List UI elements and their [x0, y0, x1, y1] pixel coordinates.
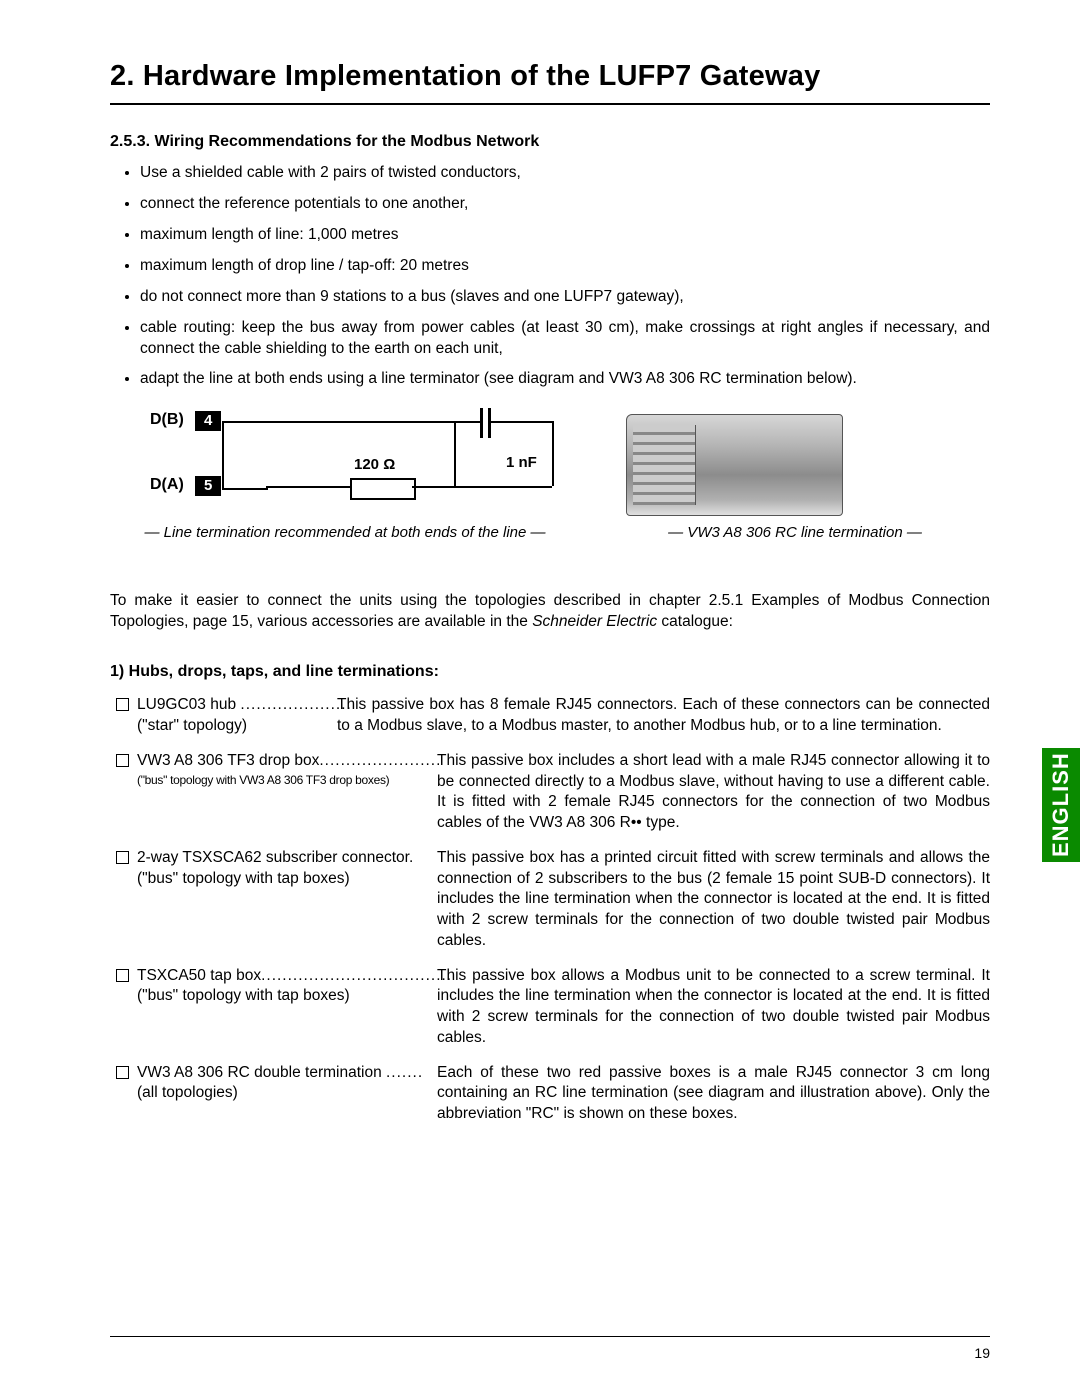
- figure-row: D(B) 4 D(A) 5 120 Ω 1 nF: [150, 408, 990, 516]
- list-item: maximum length of line: 1,000 metres: [140, 225, 990, 246]
- intro-paragraph: To make it easier to connect the units u…: [110, 591, 990, 633]
- accessory-description: This passive box has 8 female RJ45 conne…: [337, 695, 990, 737]
- accessory-title: VW3 A8 306 RC double termination: [137, 1064, 386, 1081]
- language-tab: ENGLISH: [1042, 748, 1080, 862]
- accessory-title: LU9GC03 hub: [137, 696, 240, 713]
- chapter-title: 2. Hardware Implementation of the LUFP7 …: [110, 60, 990, 93]
- document-page: 2. Hardware Implementation of the LUFP7 …: [0, 0, 1080, 1397]
- capacitor-icon: [480, 408, 483, 438]
- label-db: D(B): [150, 411, 184, 429]
- accessory-subtitle: ("bus" topology with tap boxes): [137, 869, 437, 890]
- termination-diagram: D(B) 4 D(A) 5 120 Ω 1 nF: [150, 408, 590, 510]
- header-rule: [110, 103, 990, 105]
- accessory-left: VW3 A8 306 RC double termination .......…: [137, 1063, 437, 1105]
- list-item: adapt the line at both ends using a line…: [140, 369, 990, 390]
- checkbox-icon: [116, 851, 129, 864]
- accessory-left: TSXCA50 tap box.........................…: [137, 966, 437, 1008]
- leader-dots: .......................: [319, 752, 441, 769]
- leader-dots: ....................................: [261, 967, 452, 984]
- accessory-subtitle: (all topologies): [137, 1083, 437, 1104]
- intro-tail: catalogue:: [657, 613, 733, 630]
- footer-rule: [110, 1336, 990, 1337]
- accessory-title: 2-way TSXSCA62 subscriber connector.: [137, 849, 413, 866]
- leader-dots: .......: [386, 1064, 423, 1081]
- section-number: 2.5.3.: [110, 133, 150, 150]
- label-da: D(A): [150, 476, 184, 494]
- list-item: do not connect more than 9 stations to a…: [140, 287, 990, 308]
- accessory-list: LU9GC03 hub ..................... ("star"…: [110, 695, 990, 1125]
- resistor-icon: [350, 478, 416, 500]
- accessory-description: This passive box allows a Modbus unit to…: [437, 966, 990, 1049]
- page-number: 19: [974, 1345, 990, 1361]
- section-heading: 2.5.3. Wiring Recommendations for the Mo…: [110, 133, 990, 151]
- accessory-item: 2-way TSXSCA62 subscriber connector. ("bu…: [116, 848, 990, 952]
- checkbox-icon: [116, 698, 129, 711]
- checkbox-icon: [116, 1066, 129, 1079]
- accessory-description: This passive box includes a short lead w…: [437, 751, 990, 834]
- checkbox-icon: [116, 969, 129, 982]
- caption-right: — VW3 A8 306 RC line termination —: [600, 524, 990, 541]
- checkbox-icon: [116, 754, 129, 767]
- accessory-item: VW3 A8 306 RC double termination .......…: [116, 1063, 990, 1125]
- accessory-item: LU9GC03 hub ..................... ("star"…: [116, 695, 990, 737]
- accessories-subhead: 1) Hubs, drops, taps, and line terminati…: [110, 663, 990, 681]
- pin-4: 4: [195, 411, 221, 431]
- catalogue-name: Schneider Electric: [532, 613, 657, 630]
- accessory-left: VW3 A8 306 TF3 drop box.................…: [137, 751, 437, 788]
- accessory-description: This passive box has a printed circuit f…: [437, 848, 990, 952]
- accessory-subtitle: ("bus" topology with VW3 A8 306 TF3 drop…: [137, 772, 437, 788]
- accessory-subtitle: ("bus" topology with tap boxes): [137, 986, 437, 1007]
- bullet-list: Use a shielded cable with 2 pairs of twi…: [110, 163, 990, 390]
- caption-left: — Line termination recommended at both e…: [110, 524, 580, 541]
- accessory-title: VW3 A8 306 TF3 drop box: [137, 752, 319, 769]
- resistor-value: 120 Ω: [354, 456, 395, 473]
- connector-photo: [626, 408, 843, 516]
- list-item: cable routing: keep the bus away from po…: [140, 318, 990, 360]
- section-title: Wiring Recommendations for the Modbus Ne…: [154, 133, 539, 150]
- leader-dots: .....................: [240, 696, 351, 713]
- pin-5: 5: [195, 476, 221, 496]
- capacitor-value: 1 nF: [506, 454, 537, 471]
- accessory-item: VW3 A8 306 TF3 drop box.................…: [116, 751, 990, 834]
- list-item: connect the reference potentials to one …: [140, 194, 990, 215]
- accessory-description: Each of these two red passive boxes is a…: [437, 1063, 990, 1125]
- accessory-item: TSXCA50 tap box.........................…: [116, 966, 990, 1049]
- accessory-left: LU9GC03 hub .....................("star"…: [137, 695, 337, 737]
- figure-captions: — Line termination recommended at both e…: [110, 524, 990, 541]
- list-item: Use a shielded cable with 2 pairs of twi…: [140, 163, 990, 184]
- accessory-subtitle: ("star" topology): [137, 716, 337, 737]
- accessory-title: TSXCA50 tap box: [137, 967, 261, 984]
- accessory-left: 2-way TSXSCA62 subscriber connector. ("bu…: [137, 848, 437, 890]
- list-item: maximum length of drop line / tap-off: 2…: [140, 256, 990, 277]
